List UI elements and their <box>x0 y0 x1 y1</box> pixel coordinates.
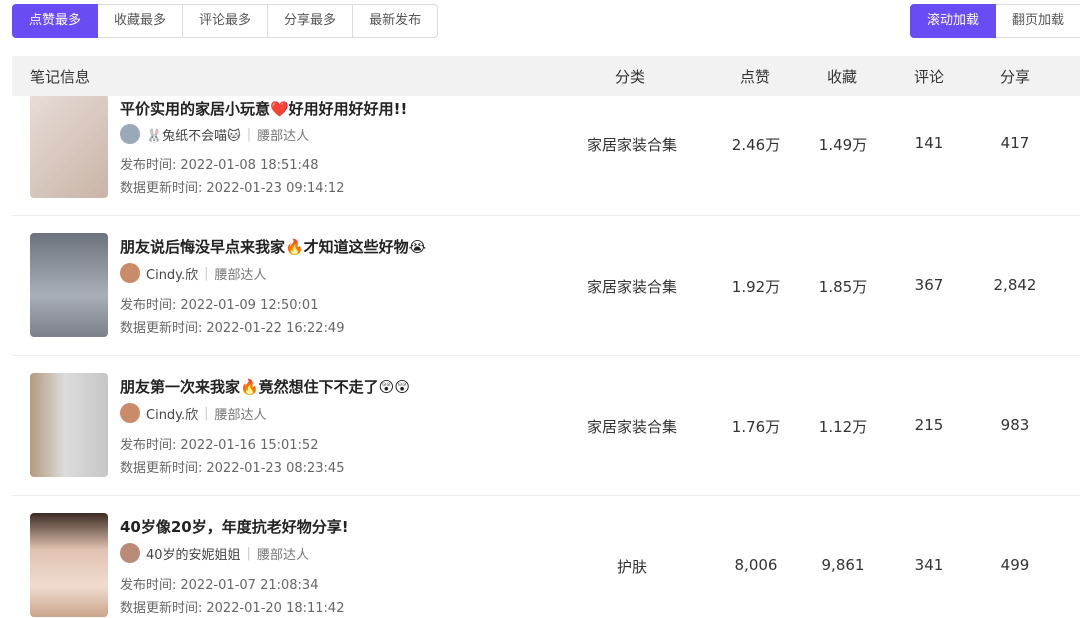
note-likes: 2.46万 <box>731 136 781 154</box>
note-thumbnail[interactable] <box>30 96 108 198</box>
scroll-load-button[interactable]: 滚动加载 <box>909 4 996 38</box>
col-header-favorites: 收藏 <box>827 68 858 86</box>
note-category: 家居家装合集 <box>586 136 677 154</box>
note-category: 家居家装合集 <box>586 278 677 296</box>
update-time: 数据更新时间: 2022-01-23 08:23:45 <box>120 461 345 476</box>
note-category: 护肤 <box>616 558 647 576</box>
tab-most-comments[interactable]: 评论最多 <box>183 4 269 38</box>
update-time: 数据更新时间: 2022-01-22 16:22:49 <box>120 321 345 336</box>
table-header: 笔记信息 分类 点赞 收藏 评论 分享 <box>12 56 1080 96</box>
publish-time: 发布时间: 2022-01-09 12:50:01 <box>120 298 319 313</box>
note-title[interactable]: 朋友第一次来我家🔥竟然想住下不走了😲😲 <box>120 376 410 397</box>
col-header-likes: 点赞 <box>740 68 771 86</box>
note-shares: 417 <box>1000 134 1030 152</box>
table-row[interactable]: 平价实用的家居小玩意❤️好用好用好好用!! 🐰兔纸不会喵🐱 | 腰部达人 发布时… <box>12 96 1080 216</box>
update-time: 数据更新时间: 2022-01-23 09:14:12 <box>120 181 345 196</box>
note-title[interactable]: 40岁像20岁，年度抗老好物分享! <box>120 516 349 537</box>
author-name[interactable]: Cindy.欣 <box>146 264 198 283</box>
author-tag: 腰部达人 <box>214 407 267 423</box>
note-shares: 499 <box>1000 556 1030 574</box>
author-tag: 腰部达人 <box>214 267 267 283</box>
col-header-comments: 评论 <box>914 68 945 86</box>
note-comments: 141 <box>914 134 944 152</box>
note-favorites: 1.85万 <box>818 278 868 296</box>
tab-most-shares[interactable]: 分享最多 <box>268 4 354 38</box>
author-name[interactable]: 40岁的安妮姐姐 <box>146 544 241 563</box>
publish-time: 发布时间: 2022-01-16 15:01:52 <box>120 438 319 453</box>
avatar <box>120 403 140 423</box>
note-shares: 983 <box>1000 416 1030 434</box>
note-title[interactable]: 朋友说后悔没早点来我家🔥才知道这些好物😭 <box>120 236 426 257</box>
table-row[interactable]: 40岁像20岁，年度抗老好物分享! 40岁的安妮姐姐 | 腰部达人 发布时间: 2… <box>12 496 1080 618</box>
avatar <box>120 263 140 283</box>
note-comments: 341 <box>914 556 944 574</box>
note-favorites: 1.12万 <box>818 418 868 436</box>
note-likes: 1.76万 <box>731 418 781 436</box>
update-time: 数据更新时间: 2022-01-20 18:11:42 <box>120 601 345 616</box>
author-tag: 腰部达人 <box>256 547 309 563</box>
note-category: 家居家装合集 <box>586 418 677 436</box>
sort-tabs: 点赞最多 收藏最多 评论最多 分享最多 最新发布 <box>12 4 439 38</box>
author-name[interactable]: Cindy.欣 <box>146 404 198 423</box>
note-author: Cindy.欣 | 腰部达人 <box>120 403 267 423</box>
publish-time: 发布时间: 2022-01-07 21:08:34 <box>120 578 319 593</box>
notes-list: 平价实用的家居小玩意❤️好用好用好好用!! 🐰兔纸不会喵🐱 | 腰部达人 发布时… <box>12 96 1080 618</box>
avatar <box>120 543 140 563</box>
note-likes: 1.92万 <box>731 278 781 296</box>
load-mode-toggle: 滚动加载 翻页加载 <box>909 4 1080 38</box>
note-favorites: 9,861 <box>821 556 865 574</box>
author-name[interactable]: 🐰兔纸不会喵🐱 <box>146 125 241 144</box>
author-tag: 腰部达人 <box>257 128 310 144</box>
note-thumbnail[interactable] <box>30 233 108 337</box>
tab-latest[interactable]: 最新发布 <box>353 4 439 38</box>
note-comments: 215 <box>914 416 944 434</box>
table-row[interactable]: 朋友说后悔没早点来我家🔥才知道这些好物😭 Cindy.欣 | 腰部达人 发布时间… <box>12 216 1080 356</box>
col-header-shares: 分享 <box>1000 68 1031 86</box>
col-header-category: 分类 <box>615 68 646 86</box>
tab-most-likes[interactable]: 点赞最多 <box>12 4 99 38</box>
note-comments: 367 <box>914 276 944 294</box>
note-favorites: 1.49万 <box>818 136 868 154</box>
note-author: 🐰兔纸不会喵🐱 | 腰部达人 <box>120 124 309 144</box>
table-row[interactable]: 朋友第一次来我家🔥竟然想住下不走了😲😲 Cindy.欣 | 腰部达人 发布时间:… <box>12 356 1080 496</box>
note-likes: 8,006 <box>734 556 778 574</box>
note-thumbnail[interactable] <box>30 373 108 477</box>
note-author: Cindy.欣 | 腰部达人 <box>120 263 267 283</box>
note-author: 40岁的安妮姐姐 | 腰部达人 <box>120 543 309 563</box>
col-header-info: 笔记信息 <box>30 68 91 86</box>
note-thumbnail[interactable] <box>30 513 108 617</box>
publish-time: 发布时间: 2022-01-08 18:51:48 <box>120 158 319 173</box>
tab-most-favorites[interactable]: 收藏最多 <box>98 4 184 38</box>
note-title[interactable]: 平价实用的家居小玩意❤️好用好用好好用!! <box>120 98 407 119</box>
note-shares: 2,842 <box>993 276 1037 294</box>
page-load-button[interactable]: 翻页加载 <box>995 4 1080 38</box>
avatar <box>120 124 140 144</box>
